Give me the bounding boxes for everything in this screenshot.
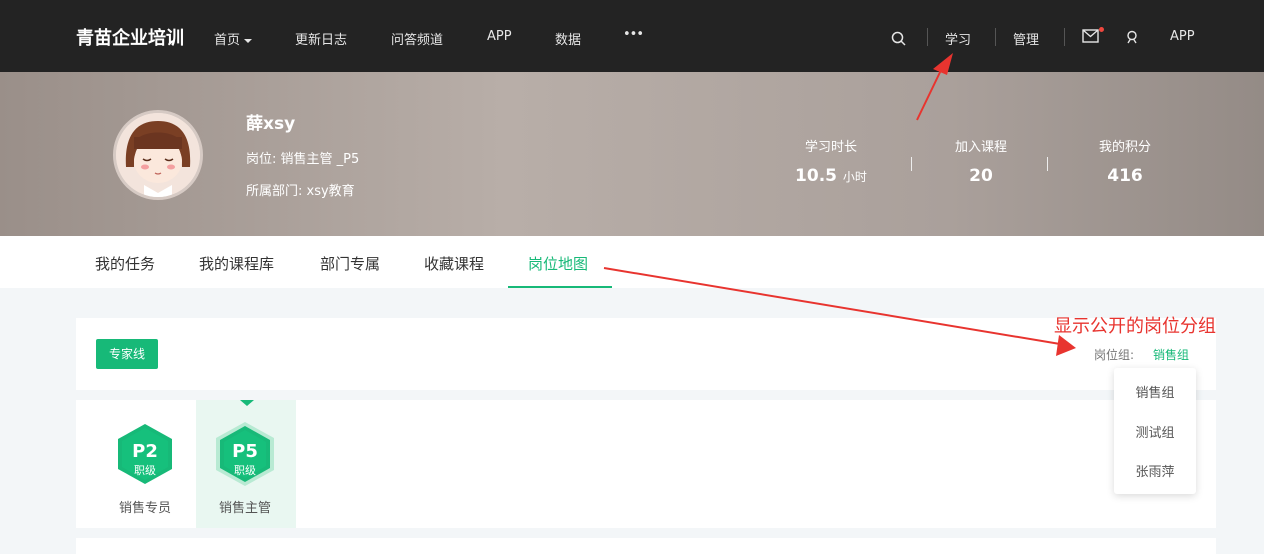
nav-home-label: 首页 bbox=[214, 33, 241, 48]
stat-study-time-number: 10.5 bbox=[795, 166, 837, 186]
dropdown-option[interactable]: 张雨萍 bbox=[1114, 461, 1196, 480]
brand-logo-text[interactable]: 青苗企业培训 bbox=[76, 24, 184, 50]
tab-my-tasks[interactable]: 我的任务 bbox=[95, 253, 155, 274]
active-tab-indicator bbox=[508, 286, 612, 288]
dropdown-option[interactable]: 测试组 bbox=[1114, 422, 1196, 441]
mail-icon[interactable] bbox=[1082, 29, 1099, 43]
profile-tabs: 我的任务 我的课程库 部门专属 收藏课程 岗位地图 bbox=[0, 236, 1264, 288]
filter-card bbox=[76, 318, 1216, 390]
stat-divider bbox=[1047, 157, 1048, 171]
level-code: P2 bbox=[132, 441, 158, 462]
level-sub: 职级 bbox=[234, 464, 256, 477]
level-name[interactable]: 销售主管 bbox=[195, 497, 295, 516]
stat-study-time-label: 学习时长 bbox=[804, 140, 857, 155]
level-sub: 职级 bbox=[134, 464, 156, 477]
nav-home[interactable]: 首页 bbox=[214, 29, 253, 48]
stat-study-time-unit: 小时 bbox=[842, 170, 867, 184]
dropdown-option[interactable]: 销售组 bbox=[1114, 382, 1196, 401]
user-position: 岗位: 销售主管 _P5 bbox=[246, 152, 360, 167]
nav-learn[interactable]: 学习 bbox=[945, 29, 971, 48]
notification-badge bbox=[1099, 27, 1104, 32]
position-group-dropdown: 销售组 测试组 张雨萍 bbox=[1114, 368, 1196, 494]
nav-app-right[interactable]: APP bbox=[1170, 29, 1195, 44]
nav-more[interactable]: ••• bbox=[623, 27, 644, 42]
level-pointer-icon bbox=[240, 400, 254, 406]
level-code: P5 bbox=[232, 441, 258, 462]
content-card bbox=[76, 538, 1216, 554]
stat-divider bbox=[911, 157, 912, 171]
search-icon[interactable] bbox=[891, 31, 906, 46]
nav-divider bbox=[1064, 28, 1065, 46]
chevron-down-icon bbox=[244, 38, 253, 43]
nav-changelog[interactable]: 更新日志 bbox=[295, 29, 347, 48]
tab-favorites[interactable]: 收藏课程 bbox=[424, 253, 484, 274]
position-group-label: 岗位组: bbox=[1094, 348, 1135, 362]
annotation-text: 显示公开的岗位分组 bbox=[1054, 316, 1216, 337]
stat-courses-label: 加入课程 bbox=[954, 140, 1007, 155]
stat-points-value: 416 bbox=[1107, 166, 1143, 186]
nav-manage[interactable]: 管理 bbox=[1013, 29, 1039, 48]
position-group-select[interactable]: 销售组 bbox=[1153, 346, 1189, 363]
stat-courses-value: 20 bbox=[969, 166, 993, 186]
level-name[interactable]: 销售专员 bbox=[95, 497, 195, 516]
nav-app[interactable]: APP bbox=[487, 29, 512, 44]
user-name: 薛xsy bbox=[246, 114, 296, 134]
avatar-illustration-icon bbox=[116, 113, 200, 197]
stat-points-label: 我的积分 bbox=[1098, 140, 1151, 155]
avatar[interactable] bbox=[113, 110, 203, 200]
user-department: 所属部门: xsy教育 bbox=[246, 184, 355, 199]
tab-position-map[interactable]: 岗位地图 bbox=[528, 253, 588, 274]
nav-divider bbox=[927, 28, 928, 46]
tab-department[interactable]: 部门专属 bbox=[320, 253, 380, 274]
expert-line-button[interactable]: 专家线 bbox=[96, 339, 158, 369]
nav-qa[interactable]: 问答频道 bbox=[391, 29, 443, 48]
stat-study-time-value: 10.5 小时 bbox=[771, 166, 891, 186]
nav-divider bbox=[995, 28, 996, 46]
user-icon[interactable] bbox=[1125, 30, 1139, 44]
tab-my-course-library[interactable]: 我的课程库 bbox=[199, 253, 274, 274]
nav-data[interactable]: 数据 bbox=[555, 29, 581, 48]
